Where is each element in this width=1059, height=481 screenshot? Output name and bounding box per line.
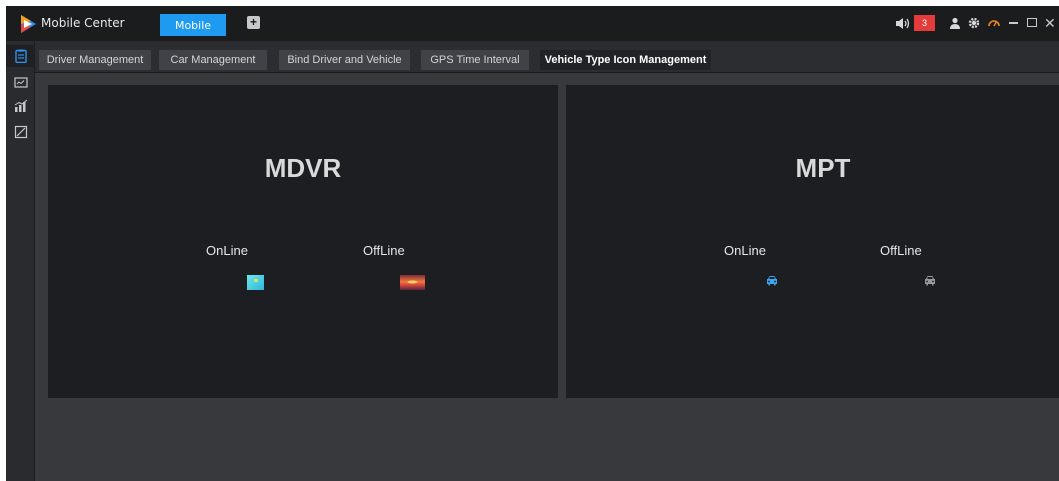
alarm-count-badge[interactable]: 3 (914, 15, 935, 31)
monitor-icon (13, 77, 28, 88)
logo-icon (21, 15, 36, 33)
sidebar-item-statistics[interactable] (6, 95, 35, 117)
add-tab-button[interactable]: + (247, 16, 260, 29)
offline-label: OffLine (880, 243, 922, 258)
minimize-icon[interactable] (1009, 22, 1018, 24)
clipboard-icon (14, 49, 27, 63)
title-bar: Mobile Center Mobile + 3 ✕ (6, 6, 1059, 41)
user-icon[interactable] (949, 17, 961, 29)
content-area: MDVR OnLine OffLine MPT OnLine OffLine (35, 73, 1059, 481)
gear-icon[interactable] (968, 17, 980, 29)
online-label: OnLine (206, 243, 248, 258)
mobile-mode-button[interactable]: Mobile (160, 14, 226, 36)
panel-title: MPT (795, 153, 851, 183)
close-icon[interactable]: ✕ (1044, 16, 1058, 30)
mdvr-panel: MDVR OnLine OffLine (48, 85, 558, 398)
car-online-icon[interactable] (766, 275, 778, 286)
maximize-icon[interactable] (1027, 18, 1037, 27)
car-offline-icon[interactable] (924, 275, 936, 286)
app-title: Mobile Center (41, 16, 125, 30)
tab-bind-driver-and-vehicle[interactable]: Bind Driver and Vehicle (279, 50, 410, 70)
left-sidebar (6, 41, 35, 481)
chart-icon (14, 99, 27, 112)
sidebar-item-edit[interactable] (6, 121, 35, 143)
tab-gps-time-interval[interactable]: GPS Time Interval (421, 50, 529, 70)
sunset-image-icon[interactable] (400, 275, 425, 290)
sidebar-item-monitor[interactable] (6, 72, 35, 94)
mpt-panel: MPT OnLine OffLine (566, 85, 1059, 398)
tab-car-management[interactable]: Car Management (159, 50, 267, 70)
sidebar-item-management[interactable] (6, 45, 35, 67)
sound-icon[interactable] (896, 18, 910, 29)
tab-bar: Driver Management Car Management Bind Dr… (35, 41, 1059, 73)
cyan-square-icon[interactable] (247, 275, 264, 290)
offline-label: OffLine (363, 243, 405, 258)
panel-title: MDVR (264, 153, 342, 183)
app-window: Mobile Center Mobile + 3 ✕ Driver Manage… (6, 6, 1059, 481)
speedometer-icon[interactable] (988, 17, 1000, 29)
tab-driver-management[interactable]: Driver Management (39, 50, 151, 70)
tab-vehicle-type-icon-management[interactable]: Vehicle Type Icon Management (540, 50, 711, 70)
edit-icon (14, 125, 27, 139)
online-label: OnLine (724, 243, 766, 258)
